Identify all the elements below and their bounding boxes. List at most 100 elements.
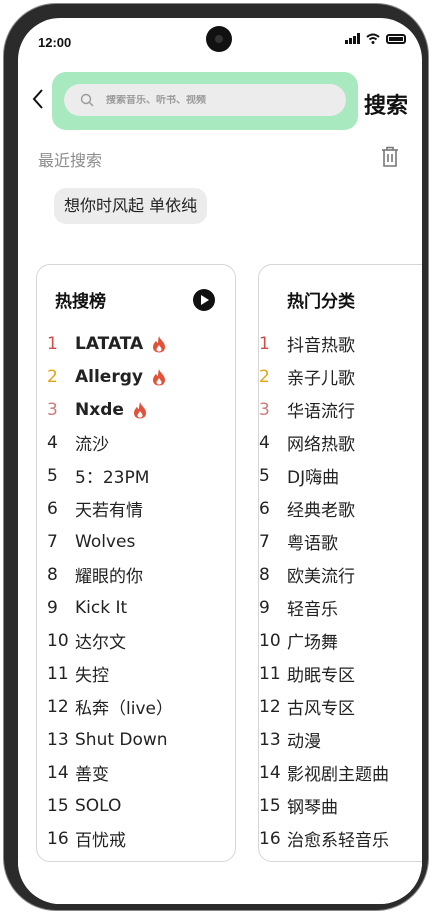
hot-search-item[interactable]: 4 流沙 <box>37 426 235 459</box>
trash-icon <box>382 146 398 167</box>
rank-number: 15 <box>47 795 69 816</box>
search-icon <box>80 93 94 107</box>
recent-search-title: 最近搜索 <box>38 151 103 170</box>
rank-number: 13 <box>259 729 281 750</box>
clear-history-button[interactable] <box>380 146 400 172</box>
rank-number: 4 <box>259 432 270 453</box>
song-name: 达尔文 <box>75 633 126 653</box>
category-item[interactable]: 4 网络热歌 <box>259 426 422 459</box>
rank-number: 11 <box>47 663 69 684</box>
category-item[interactable]: 1 抖音热歌 <box>259 327 422 360</box>
category-item[interactable]: 15 钢琴曲 <box>259 789 422 822</box>
hot-search-item[interactable]: 5 5：23PM <box>37 459 235 492</box>
song-name: SOLO <box>75 795 122 816</box>
song-name: 5：23PM <box>75 468 150 488</box>
category-name: 华语流行 <box>287 402 355 422</box>
category-name: 欧美流行 <box>287 567 355 587</box>
song-name: 天若有情 <box>75 501 143 521</box>
hot-search-item[interactable]: 10 达尔文 <box>37 624 235 657</box>
rank-number: 2 <box>259 366 270 387</box>
category-item[interactable]: 14 影视剧主题曲 <box>259 756 422 789</box>
search-button[interactable]: 搜索 <box>364 88 408 120</box>
song-name: LATATA <box>75 333 144 354</box>
recent-search-chip[interactable]: 想你时风起 单依纯 <box>54 188 208 224</box>
rank-number: 15 <box>259 795 281 816</box>
hot-search-item[interactable]: 16 百忧戒 <box>37 822 235 855</box>
hot-search-item[interactable]: 9 Kick It <box>37 591 235 624</box>
category-name: 影视剧主题曲 <box>287 765 389 785</box>
flame-icon <box>133 401 146 418</box>
flame-icon <box>153 335 166 352</box>
hot-search-item[interactable]: 11 失控 <box>37 657 235 690</box>
hot-search-item[interactable]: 13 Shut Down <box>37 723 235 756</box>
category-name: 治愈系轻音乐 <box>287 831 389 851</box>
category-name: 轻音乐 <box>287 600 338 620</box>
rank-number: 14 <box>259 762 281 783</box>
rank-number: 16 <box>259 828 281 849</box>
song-name: Allergy <box>75 366 143 387</box>
rank-number: 9 <box>47 597 58 618</box>
category-item[interactable]: 3 华语流行 <box>259 393 422 426</box>
screen: 12:00 搜索音乐、听书、视频 搜索 最近搜索 想你时风起 单依纯 热搜榜 1… <box>18 18 422 904</box>
rank-number: 7 <box>259 531 270 552</box>
rank-number: 8 <box>47 564 58 585</box>
song-name: 私奔（live） <box>75 699 173 719</box>
rank-number: 2 <box>47 366 58 387</box>
category-name: 亲子儿歌 <box>287 369 355 389</box>
category-item[interactable]: 16 治愈系轻音乐 <box>259 822 422 855</box>
hot-search-list: 1 LATATA 2 Allergy 3 Nxde 4 流沙 5 5：23PM 6 天若有情 7 Wolv… <box>37 327 235 855</box>
play-all-button[interactable] <box>193 289 215 311</box>
song-name: Shut Down <box>75 729 168 750</box>
category-item[interactable]: 2 亲子儿歌 <box>259 360 422 393</box>
search-input[interactable] <box>106 94 306 106</box>
rank-number: 3 <box>259 399 270 420</box>
rank-number: 13 <box>47 729 69 750</box>
hot-search-item[interactable]: 1 LATATA <box>37 327 235 360</box>
category-item[interactable]: 12 古风专区 <box>259 690 422 723</box>
song-name: 耀眼的你 <box>75 567 143 587</box>
rank-number: 8 <box>259 564 270 585</box>
rank-number: 12 <box>47 696 69 717</box>
category-item[interactable]: 9 轻音乐 <box>259 591 422 624</box>
hot-search-item[interactable]: 7 Wolves <box>37 525 235 558</box>
category-item[interactable]: 7 粤语歌 <box>259 525 422 558</box>
hot-search-item[interactable]: 15 SOLO <box>37 789 235 822</box>
category-item[interactable]: 5 DJ嗨曲 <box>259 459 422 492</box>
rank-number: 16 <box>47 828 69 849</box>
song-name: Kick It <box>75 597 128 618</box>
signal-icon <box>345 33 360 44</box>
back-button[interactable] <box>32 88 44 115</box>
category-item[interactable]: 10 广场舞 <box>259 624 422 657</box>
wifi-icon <box>366 33 380 44</box>
hot-search-item[interactable]: 3 Nxde <box>37 393 235 426</box>
song-name: Nxde <box>75 399 124 420</box>
rank-number: 1 <box>47 333 58 354</box>
hot-search-item[interactable]: 14 善变 <box>37 756 235 789</box>
category-item[interactable]: 13 动漫 <box>259 723 422 756</box>
rank-number: 4 <box>47 432 58 453</box>
category-item[interactable]: 8 欧美流行 <box>259 558 422 591</box>
rank-number: 10 <box>259 630 281 651</box>
category-name: 经典老歌 <box>287 501 355 521</box>
category-name: 动漫 <box>287 732 321 752</box>
flame-icon <box>152 368 165 385</box>
search-highlight <box>52 72 358 130</box>
hot-category-title: 热门分类 <box>287 292 355 312</box>
rank-number: 5 <box>47 465 58 486</box>
status-icons <box>345 33 406 44</box>
front-camera <box>206 26 232 52</box>
category-item[interactable]: 11 助眠专区 <box>259 657 422 690</box>
hot-search-item[interactable]: 2 Allergy <box>37 360 235 393</box>
hot-search-item[interactable]: 6 天若有情 <box>37 492 235 525</box>
song-name: 百忧戒 <box>75 831 126 851</box>
category-item[interactable]: 6 经典老歌 <box>259 492 422 525</box>
search-header: 搜索 <box>18 70 422 130</box>
category-name: 抖音热歌 <box>287 336 355 356</box>
status-time: 12:00 <box>38 35 72 50</box>
rank-number: 7 <box>47 531 58 552</box>
category-name: 粤语歌 <box>287 534 338 554</box>
hot-search-item[interactable]: 8 耀眼的你 <box>37 558 235 591</box>
category-name: 网络热歌 <box>287 435 355 455</box>
hot-search-item[interactable]: 12 私奔（live） <box>37 690 235 723</box>
search-box[interactable] <box>64 84 346 116</box>
